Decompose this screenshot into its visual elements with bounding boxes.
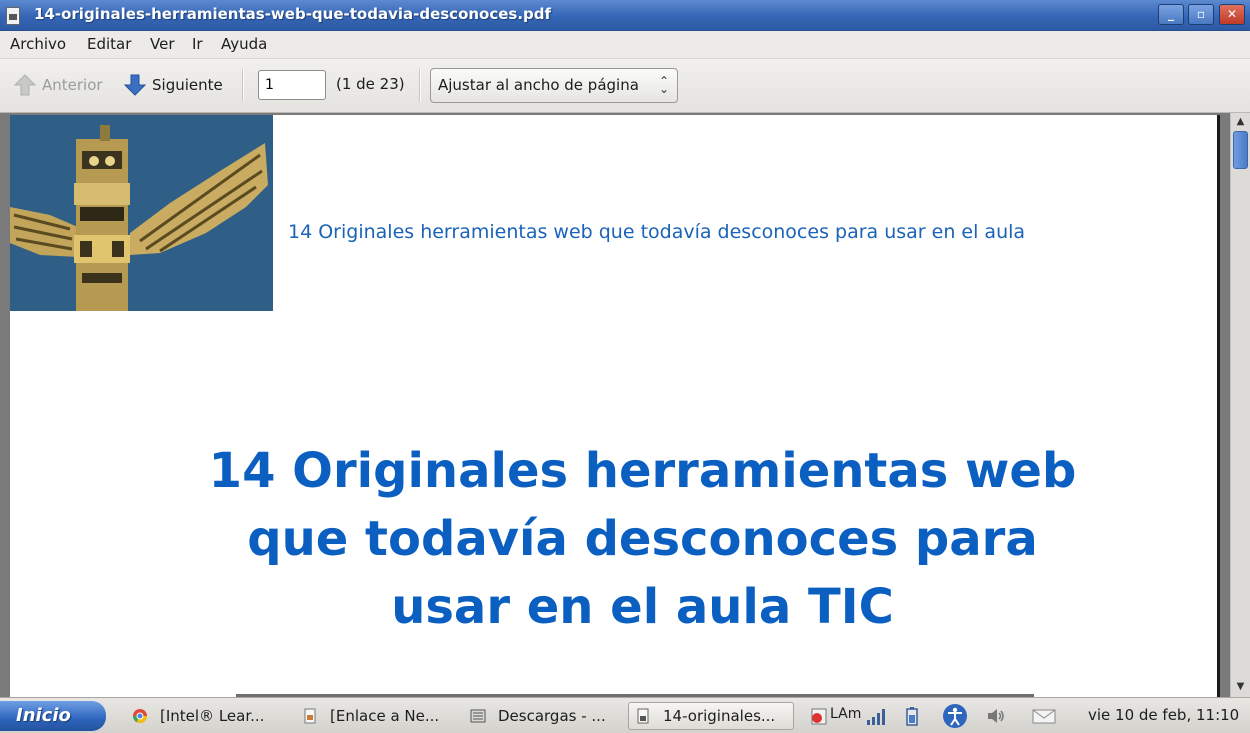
task-label: Descargas - ... xyxy=(498,707,606,725)
menu-archivo[interactable]: Archivo xyxy=(10,35,66,53)
minimize-button[interactable]: _ xyxy=(1158,4,1184,25)
main-title: 14 Originales herramientas web que todav… xyxy=(120,437,1165,641)
pdf-app-icon xyxy=(6,7,20,25)
menu-editar[interactable]: Editar xyxy=(87,35,131,53)
vertical-scrollbar[interactable]: ▲ ▼ xyxy=(1230,113,1250,697)
menu-ir[interactable]: Ir xyxy=(192,35,203,53)
battery-icon[interactable] xyxy=(902,706,922,726)
close-button[interactable]: ✕ xyxy=(1219,4,1245,25)
task-label: [Enlace a Ne... xyxy=(330,707,440,725)
task-item-active[interactable]: 14-originales... xyxy=(628,702,794,730)
menu-bar: Archivo Editar Ver Ir Ayuda xyxy=(0,31,1250,59)
clock[interactable]: vie 10 de feb, 11:10 xyxy=(1088,706,1239,724)
task-item[interactable]: [Enlace a Ne... xyxy=(302,702,439,730)
header-title: 14 Originales herramientas web que todav… xyxy=(288,221,1026,243)
accessibility-icon[interactable] xyxy=(942,703,968,729)
document-view[interactable]: 14 Originales herramientas web que todav… xyxy=(0,113,1230,697)
folder-icon xyxy=(470,709,486,723)
scrollbar-thumb[interactable] xyxy=(1233,131,1248,169)
zoom-value: Ajustar al ancho de página xyxy=(438,76,639,94)
menu-ayuda[interactable]: Ayuda xyxy=(221,35,267,53)
totem-pole-image xyxy=(10,115,273,311)
network-signal-icon[interactable] xyxy=(866,706,886,726)
next-label: Siguiente xyxy=(152,76,223,94)
window-title: 14-originales-herramientas-web-que-todav… xyxy=(34,5,552,23)
page-count: (1 de 23) xyxy=(336,75,405,93)
main-title-line: usar en el aula TIC xyxy=(391,579,894,635)
toolbar: Anterior Siguiente (1 de 23) Ajustar al … xyxy=(0,59,1250,113)
task-item[interactable]: Descargas - ... xyxy=(470,702,606,730)
taskbar: Inicio [Intel® Lear... [Enlace a Ne... D… xyxy=(0,697,1250,733)
keyboard-layout-icon[interactable] xyxy=(810,706,830,726)
page-number-input[interactable] xyxy=(258,70,326,100)
pdf-icon xyxy=(637,708,649,724)
main-title-line: que todavía desconoces para xyxy=(247,511,1038,567)
previous-page-button[interactable]: Anterior xyxy=(14,73,103,97)
task-label: [Intel® Lear... xyxy=(160,707,265,725)
main-title-line: 14 Originales herramientas web xyxy=(208,443,1077,499)
start-button[interactable]: Inicio xyxy=(0,701,106,731)
zoom-select[interactable]: Ajustar al ancho de página ⌃ ⌄ xyxy=(430,68,678,103)
toolbar-separator xyxy=(242,69,244,102)
chrome-icon xyxy=(133,709,147,723)
document-icon xyxy=(304,708,316,724)
window-titlebar[interactable]: 14-originales-herramientas-web-que-todav… xyxy=(0,0,1250,31)
pdf-page: 14 Originales herramientas web que todav… xyxy=(10,115,1220,697)
maximize-button[interactable]: ▫ xyxy=(1188,4,1214,25)
next-page-button[interactable]: Siguiente xyxy=(124,73,223,97)
toolbar-separator xyxy=(419,69,421,102)
mail-icon[interactable] xyxy=(1032,706,1056,726)
task-item[interactable]: [Intel® Lear... xyxy=(132,702,264,730)
scroll-up-icon[interactable]: ▲ xyxy=(1233,114,1248,129)
scroll-down-icon[interactable]: ▼ xyxy=(1233,679,1248,694)
arrow-down-icon xyxy=(124,74,146,96)
arrow-up-icon xyxy=(14,74,36,96)
menu-ver[interactable]: Ver xyxy=(150,35,175,53)
previous-label: Anterior xyxy=(42,76,103,94)
chevron-updown-icon: ⌃ ⌄ xyxy=(658,74,669,96)
tray-text[interactable]: LAm xyxy=(830,706,861,722)
task-label: 14-originales... xyxy=(663,707,776,725)
volume-icon[interactable] xyxy=(986,706,1006,726)
